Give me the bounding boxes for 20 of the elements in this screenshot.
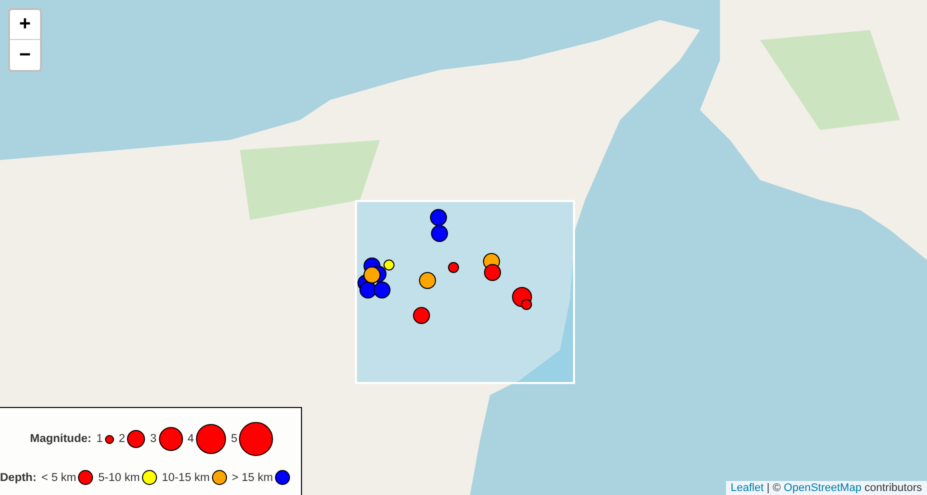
- earthquake-cluster-drawing[interactable]: [358, 258, 394, 298]
- depth-range: < 5 km: [41, 472, 76, 484]
- depth-range: > 15 km: [232, 472, 273, 484]
- magnitude-value: 3: [150, 433, 157, 445]
- magnitude-circle-icon: [158, 427, 183, 451]
- depth-label: Depth:: [0, 472, 36, 484]
- magnitude-value: 4: [188, 433, 194, 445]
- magnitude-circle-icon: [104, 434, 114, 444]
- magnitude-label: Magnitude:: [30, 433, 92, 445]
- magnitude-circle-icon: [196, 424, 226, 454]
- magnitude-circle-icon: [239, 422, 274, 456]
- magnitude-circle-icon: [127, 430, 146, 448]
- depth-range: 10-15 km: [162, 472, 210, 484]
- magnitude-value: 1: [96, 433, 103, 445]
- leaflet-link[interactable]: Leaflet: [730, 482, 764, 494]
- depth-range: 5-10 km: [98, 472, 140, 484]
- magnitude-value: 2: [118, 433, 126, 445]
- attribution-text: Leaflet | © OpenStreetMap contributors: [726, 481, 927, 495]
- openstreetmap-link[interactable]: OpenStreetMap: [784, 482, 862, 494]
- magnitude-value: 5: [230, 433, 238, 445]
